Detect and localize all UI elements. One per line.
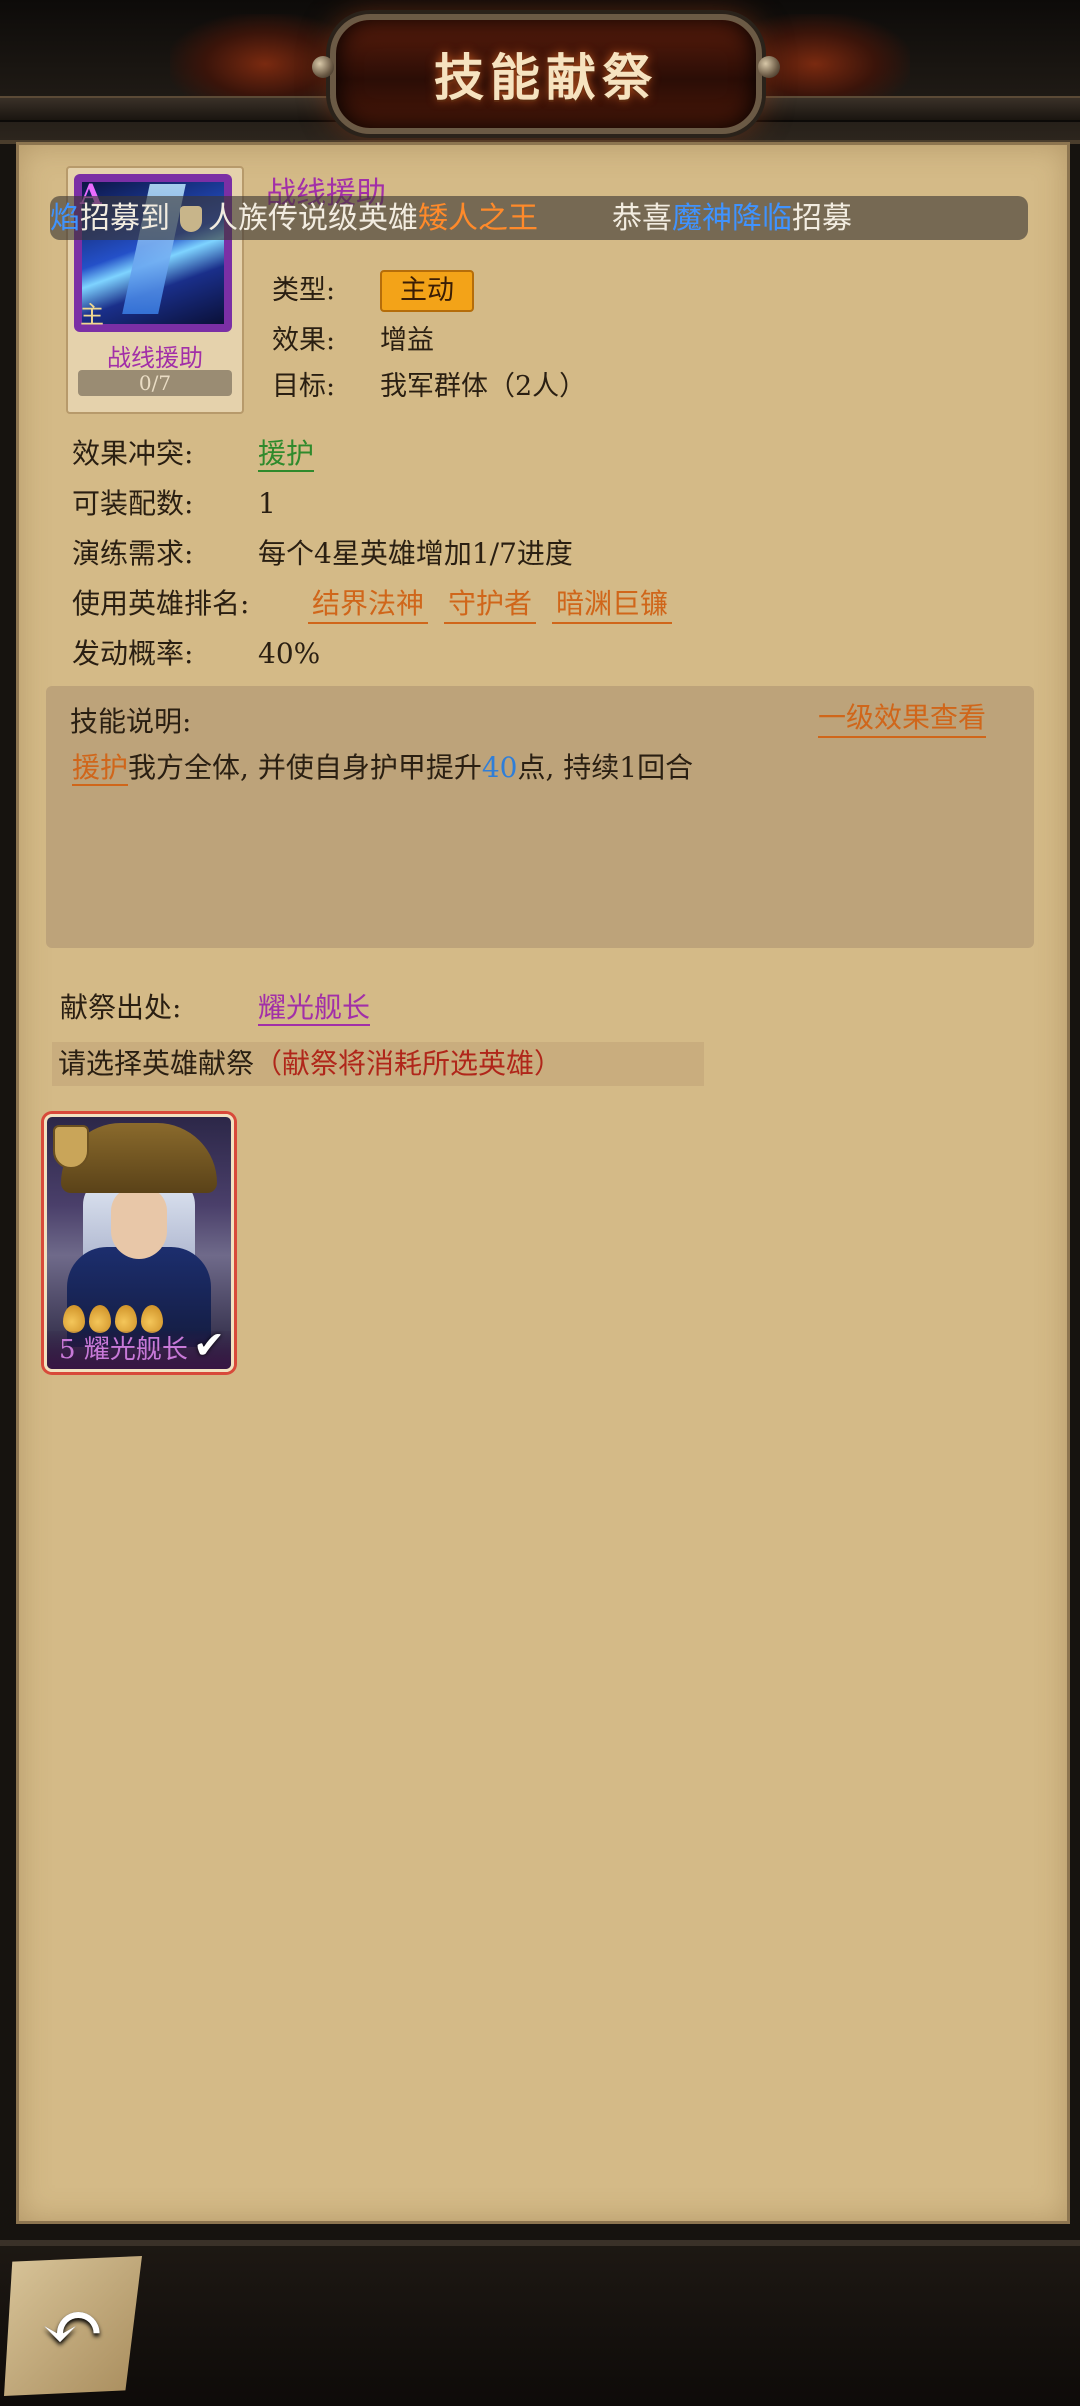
description-number: 40 [481,751,518,784]
ticker-seg-5: 矮人之王 [418,201,538,236]
skill-progress: 0/7 [78,370,232,396]
faction-shield-icon [180,206,202,232]
select-hero-prompt: 请选择英雄献祭（献祭将消耗所选英雄） [52,1042,704,1086]
ticker-seg-4: 传说级英雄 [268,201,418,236]
back-button[interactable]: ↶ [4,2256,142,2396]
slots-label: 可装配数: [72,487,194,520]
selected-check-icon: ✔ [193,1323,225,1367]
broadcast-ticker: 焰招募到 人族传说级英雄矮人之王 恭喜魔神降临招募 [50,196,1028,240]
prompt-text: 请选择英雄献祭 [58,1047,255,1080]
star-drop-icon [115,1305,137,1333]
prompt-warning: （献祭将消耗所选英雄） [254,1047,563,1080]
skill-type-label: 类型: [272,275,336,306]
chance-row: 发动概率: 40% [72,632,320,672]
slots-value: 1 [258,487,276,520]
conflict-row: 效果冲突: 援护 [72,432,315,472]
source-label: 献祭出处: [60,991,182,1024]
description-header: 技能说明: [70,705,192,738]
skill-target-value: 我军群体（2人） [380,371,587,402]
skill-target-row: 目标: 我军群体（2人） [272,364,586,403]
skill-effect-value: 增益 [380,325,434,356]
ticker-seg-6: 恭喜 [612,201,672,236]
ranking-row: 使用英雄排名: 结界法神 守护者 暗渊巨镰 [72,582,688,624]
skill-type-row: 类型: 主动 [272,268,474,312]
sacrifice-source-row: 献祭出处: 耀光舰长 [60,986,371,1026]
back-arrow-icon: ↶ [41,2281,105,2371]
skill-target-label: 目标: [272,371,336,402]
ticker-seg-3: 人族 [208,201,268,236]
description-text-b: 点, 持续1回合 [517,751,694,784]
ticker-seg-2: 招募到 [80,201,170,236]
skill-effect-row: 效果: 增益 [272,318,434,357]
hero-name: 耀光舰长 [83,1335,188,1365]
title-bar: 技能献祭 [0,0,1080,144]
chance-label: 发动概率: [72,637,194,670]
source-link[interactable]: 耀光舰长 [258,991,371,1026]
hero-level: 5 [59,1335,76,1365]
description-keyword[interactable]: 援护 [72,751,129,786]
star-drop-icon [63,1305,85,1333]
skill-type-badge: 主动 [380,270,474,312]
train-value: 每个4星英雄增加1/7进度 [258,537,573,570]
hero-portrait-face [111,1187,167,1259]
train-label: 演练需求: [72,537,194,570]
skill-card-name: 战线援助 [107,344,203,372]
ranking-hero-2[interactable]: 守护者 [444,582,537,624]
ranking-hero-3[interactable]: 暗渊巨镰 [552,582,673,624]
ranking-label: 使用英雄排名: [72,587,250,620]
description-text: 援护我方全体, 并使自身护甲提升40点, 持续1回合 [72,746,693,786]
skill-main-tag: 主 [80,301,104,329]
title-plaque: 技能献祭 [312,14,780,134]
faction-shield-icon [53,1125,89,1169]
skill-effect-label: 效果: [272,325,336,356]
bottom-bar [0,2240,1080,2406]
hero-card[interactable]: 5 耀光舰长 ✔ [44,1114,234,1372]
star-drop-icon [89,1305,111,1333]
ranking-hero-1[interactable]: 结界法神 [308,582,429,624]
ticker-seg-1: 焰 [50,201,80,236]
conflict-link[interactable]: 援护 [258,437,315,472]
chance-value: 40% [258,637,321,670]
page-title: 技能献祭 [434,48,658,107]
train-row: 演练需求: 每个4星英雄增加1/7进度 [72,532,573,572]
level-effect-link[interactable]: 一级效果查看 [817,696,986,738]
star-drop-icon [141,1305,163,1333]
ticker-seg-7: 魔神降临 [672,201,792,236]
skill-description-box: 技能说明: 一级效果查看 援护我方全体, 并使自身护甲提升40点, 持续1回合 [46,686,1034,948]
conflict-label: 效果冲突: [72,437,194,470]
stud-right [758,56,780,78]
slots-row: 可装配数: 1 [72,482,276,522]
description-text-a: 我方全体, 并使自身护甲提升 [128,751,482,784]
stud-left [312,56,334,78]
ticker-seg-8: 招募 [792,201,852,236]
